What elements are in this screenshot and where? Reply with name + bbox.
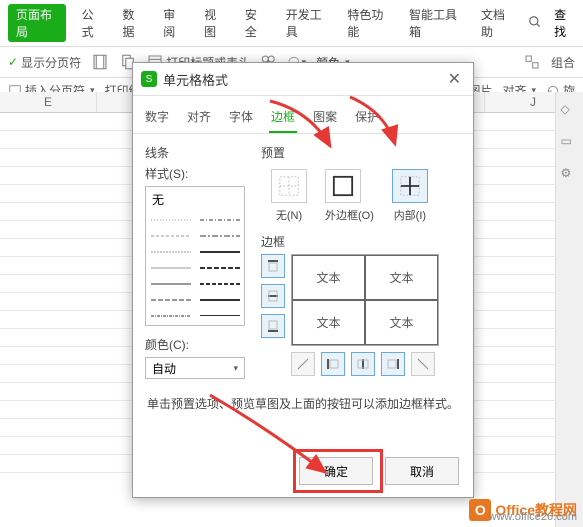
menu-formula[interactable]: 公式 (78, 4, 107, 42)
line-section-label: 线条 (145, 144, 249, 161)
color-value: 自动 (152, 360, 176, 377)
dialog-title: 单元格格式 (163, 70, 444, 89)
show-pagebreak-checkbox[interactable]: ✓ 显示分页符 (8, 54, 81, 71)
style-label: 样式(S): (145, 165, 249, 182)
chevron-down-icon: ▾ (233, 363, 238, 374)
preset-outline[interactable] (325, 169, 361, 203)
dialog-titlebar: S 单元格格式 ✕ (133, 63, 473, 96)
border-left-button[interactable] (321, 352, 345, 376)
border-preview[interactable]: 文本 文本 文本 文本 (291, 254, 439, 346)
dialog-tabs: 数字 对齐 字体 边框 图案 保护 (133, 96, 473, 134)
group-icon[interactable] (523, 53, 541, 71)
border-vmiddle-button[interactable] (351, 352, 375, 376)
tab-font[interactable]: 字体 (227, 104, 255, 133)
col-header[interactable]: E (0, 92, 97, 112)
border-diag-down-button[interactable] (411, 352, 435, 376)
cell-format-dialog: S 单元格格式 ✕ 数字 对齐 字体 边框 图案 保护 线条 样式(S): 无 (132, 62, 474, 498)
menu-data[interactable]: 数据 (118, 4, 147, 42)
menu-smarttools[interactable]: 智能工具箱 (405, 4, 465, 42)
menu-review[interactable]: 审阅 (159, 4, 188, 42)
tab-pattern[interactable]: 图案 (311, 104, 339, 133)
tab-number[interactable]: 数字 (143, 104, 171, 133)
border-section-label: 边框 (261, 233, 461, 250)
preview-cell: 文本 (365, 300, 438, 345)
preset-none-label: 无(N) (276, 210, 302, 222)
preview-cell: 文本 (365, 255, 438, 300)
tab-protect[interactable]: 保护 (353, 104, 381, 133)
menu-dochelp[interactable]: 文档助 (477, 4, 516, 42)
preset-outline-label: 外边框(O) (325, 210, 374, 222)
line-style-list[interactable]: 无 (145, 186, 245, 326)
color-label: 颜色(C): (145, 336, 249, 353)
border-right-button[interactable] (381, 352, 405, 376)
menu-features[interactable]: 特色功能 (343, 4, 393, 42)
watermark: O Office教程网 www.office26.com (469, 499, 577, 521)
hint-text: 单击预置选项、预览草图及上面的按钮可以添加边框样式。 (133, 395, 473, 412)
border-diag-up-button[interactable] (291, 352, 315, 376)
preset-section-label: 预置 (261, 144, 461, 161)
menu-security[interactable]: 安全 (241, 4, 270, 42)
style-none[interactable]: 无 (146, 187, 244, 212)
search-text[interactable]: 查找 (554, 6, 575, 40)
tab-border[interactable]: 边框 (269, 104, 297, 133)
tab-align[interactable]: 对齐 (185, 104, 213, 133)
cancel-button[interactable]: 取消 (385, 457, 459, 485)
side-settings-icon[interactable]: ⚙ (561, 166, 579, 184)
ok-button[interactable]: 确定 (299, 457, 373, 485)
watermark-url: www.office26.com (489, 511, 577, 523)
margins-icon[interactable] (91, 53, 109, 71)
border-bottom-button[interactable] (261, 314, 285, 338)
preset-inside-label: 内部(I) (394, 210, 426, 222)
preset-inside[interactable] (392, 169, 428, 203)
side-home-icon[interactable]: ◇ (561, 102, 579, 120)
menubar: 页面布局 公式 数据 审阅 视图 安全 开发工具 特色功能 智能工具箱 文档助 … (0, 0, 583, 47)
border-top-button[interactable] (261, 254, 285, 278)
dialog-app-icon: S (141, 71, 157, 87)
color-select[interactable]: 自动 ▾ (145, 357, 245, 379)
preview-cell: 文本 (292, 255, 365, 300)
border-hmiddle-button[interactable] (261, 284, 285, 308)
search-icon[interactable] (528, 15, 542, 32)
close-icon[interactable]: ✕ (444, 69, 465, 89)
combine-button[interactable]: 组合 (551, 54, 575, 71)
menu-page-layout[interactable]: 页面布局 (8, 4, 66, 42)
preset-none[interactable] (271, 169, 307, 203)
preview-cell: 文本 (292, 300, 365, 345)
side-select-icon[interactable]: ▭ (561, 134, 579, 152)
side-panel: ◇ ▭ ⚙ (555, 92, 583, 527)
menu-devtools[interactable]: 开发工具 (282, 4, 332, 42)
menu-view[interactable]: 视图 (200, 4, 229, 42)
